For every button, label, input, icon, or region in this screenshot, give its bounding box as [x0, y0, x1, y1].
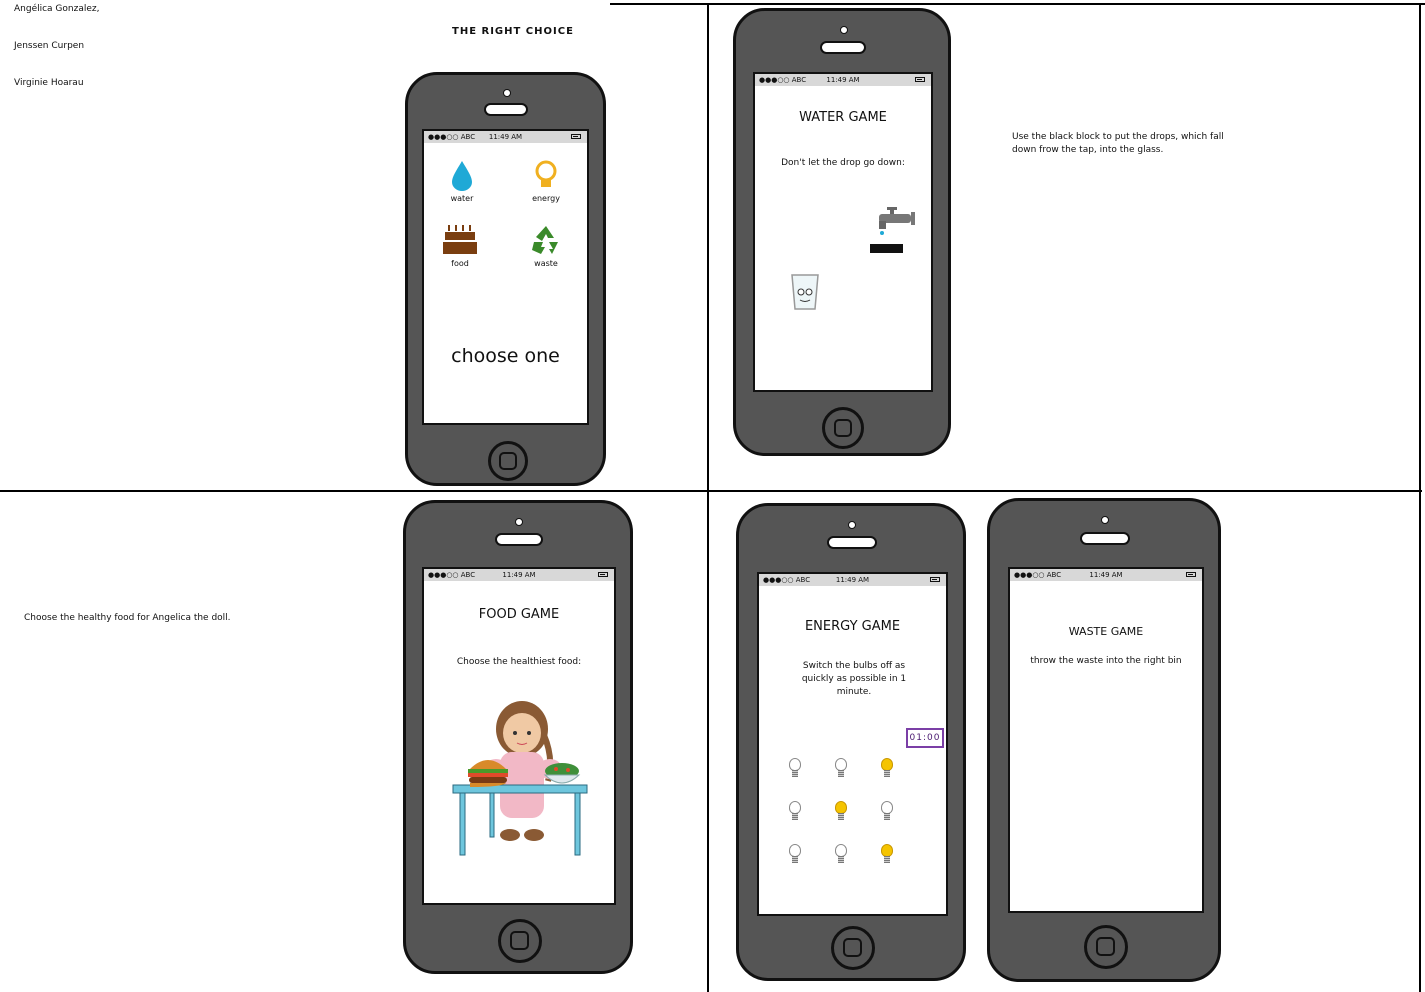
energy-game-title: ENERGY GAME — [804, 619, 901, 634]
energy-game-instruction: Switch the bulbs off as quickly as possi… — [801, 661, 907, 697]
status-bar: ●●●○○ ABC 11:49 AM — [424, 131, 587, 143]
battery-icon — [571, 134, 581, 139]
battery-icon — [598, 572, 608, 577]
waste-game-screen: ●●●○○ ABC 11:49 AM WASTE GAME throw the … — [1008, 567, 1204, 913]
home-button[interactable] — [822, 407, 864, 449]
phone-water-game: ●●●○○ ABC 11:49 AM WATER GAME Don't let … — [733, 8, 951, 456]
food-game-screen: ●●●○○ ABC 11:49 AM FOOD GAME Choose the … — [422, 567, 616, 905]
glass-icon — [791, 274, 819, 310]
status-bar: ●●●○○ ABC 11:49 AM — [424, 569, 614, 581]
grid-line-top — [610, 3, 1425, 5]
category-food-button[interactable]: food — [440, 223, 480, 271]
menu-screen: ●●●○○ ABC 11:49 AM water energy food was… — [422, 129, 589, 425]
author-3: Virginie Hoarau — [14, 78, 84, 88]
lightbulb-on-icon[interactable] — [881, 758, 893, 780]
food-game-instruction: Choose the healthiest food: — [456, 657, 582, 667]
category-energy-button[interactable]: energy — [526, 159, 566, 207]
lightbulb-off-icon[interactable] — [835, 758, 847, 780]
water-game-screen: ●●●○○ ABC 11:49 AM WATER GAME Don't let … — [753, 72, 933, 392]
food-game-description: Choose the healthy food for Angelica the… — [24, 613, 231, 623]
category-label: energy — [532, 194, 560, 203]
home-button[interactable] — [498, 919, 542, 963]
status-bar: ●●●○○ ABC 11:49 AM — [755, 74, 931, 86]
lightbulb-on-icon[interactable] — [881, 844, 893, 866]
cake-icon — [443, 225, 477, 254]
doll-at-table-illustration — [452, 701, 588, 856]
home-button[interactable] — [831, 926, 875, 970]
tap-icon — [879, 207, 915, 235]
battery-icon — [930, 577, 940, 582]
black-block-paddle[interactable] — [870, 244, 903, 253]
lightbulb-off-icon[interactable] — [789, 758, 801, 780]
category-label: water — [450, 194, 474, 203]
phone-menu: ●●●○○ ABC 11:49 AM water energy food was… — [405, 72, 606, 486]
waste-game-title: WASTE GAME — [1068, 625, 1144, 638]
phone-food-game: ●●●○○ ABC 11:49 AM FOOD GAME Choose the … — [403, 500, 633, 974]
category-label: food — [451, 259, 469, 268]
water-game-title: WATER GAME — [799, 110, 887, 125]
lightbulb-icon — [535, 160, 557, 187]
author-1: Angélica Gonzalez, — [14, 4, 100, 14]
status-bar: ●●●○○ ABC 11:49 AM — [1010, 569, 1202, 581]
lightbulb-off-icon[interactable] — [789, 801, 801, 823]
lightbulb-off-icon[interactable] — [789, 844, 801, 866]
app-title: THE RIGHT CHOICE — [452, 26, 574, 37]
choose-one-prompt: choose one — [451, 345, 560, 367]
category-label: waste — [534, 259, 558, 268]
grid-line-middle — [0, 490, 1422, 492]
battery-icon — [1186, 572, 1196, 577]
status-bar: ●●●○○ ABC 11:49 AM — [759, 574, 946, 586]
countdown-timer: 01:00 — [906, 728, 944, 748]
waste-game-instruction: throw the waste into the right bin — [1030, 656, 1182, 666]
category-waste-button[interactable]: waste — [526, 223, 566, 271]
category-water-button[interactable]: water — [442, 159, 482, 207]
food-game-title: FOOD GAME — [478, 607, 560, 622]
home-button[interactable] — [488, 441, 528, 481]
author-2: Jenssen Curpen — [14, 41, 85, 51]
energy-game-screen: ●●●○○ ABC 11:49 AM ENERGY GAME Switch th… — [757, 572, 948, 916]
recycle-icon — [532, 226, 558, 254]
water-drop-icon — [452, 161, 472, 191]
lightbulb-on-icon[interactable] — [835, 801, 847, 823]
home-button[interactable] — [1084, 925, 1128, 969]
grid-line-center — [707, 3, 709, 992]
grid-line-right — [1419, 3, 1421, 992]
phone-energy-game: ●●●○○ ABC 11:49 AM ENERGY GAME Switch th… — [736, 503, 966, 981]
water-game-instruction: Don't let the drop go down: — [781, 158, 905, 168]
water-game-description: Use the black block to put the drops, wh… — [1012, 132, 1224, 155]
lightbulb-off-icon[interactable] — [881, 801, 893, 823]
battery-icon — [915, 77, 925, 82]
phone-waste-game: ●●●○○ ABC 11:49 AM WASTE GAME throw the … — [987, 498, 1221, 982]
lightbulb-off-icon[interactable] — [835, 844, 847, 866]
